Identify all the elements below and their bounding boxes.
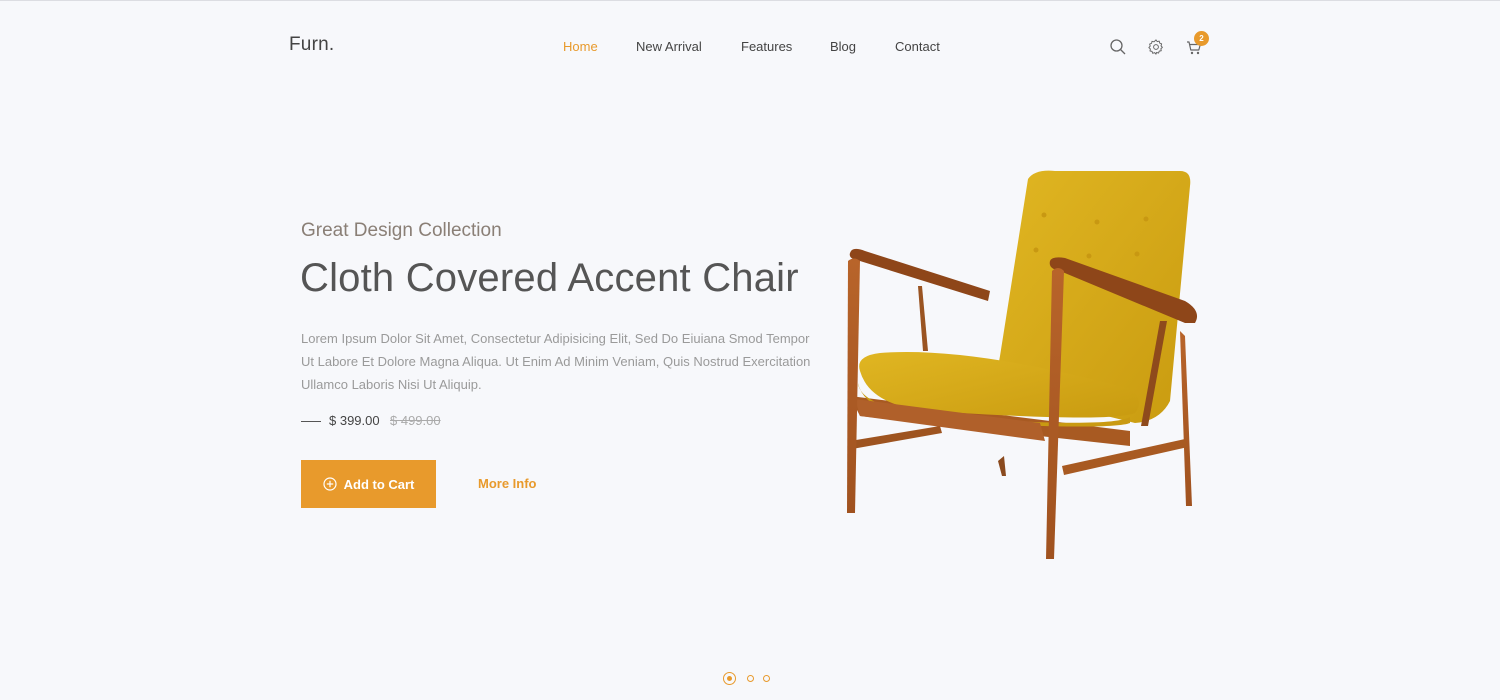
search-button[interactable] <box>1109 38 1127 56</box>
nav-item-features[interactable]: Features <box>741 39 792 54</box>
nav-item-home[interactable]: Home <box>563 39 598 54</box>
nav-item-contact[interactable]: Contact <box>895 39 940 54</box>
slide-dot-2[interactable] <box>747 675 754 682</box>
search-icon <box>1110 39 1126 55</box>
price-divider <box>301 421 321 422</box>
logo[interactable]: Furn. <box>289 34 334 56</box>
add-to-cart-label: Add to Cart <box>343 476 415 492</box>
nav-item-blog[interactable]: Blog <box>830 39 856 54</box>
more-info-link[interactable]: More Info <box>478 476 537 491</box>
hero-title: Cloth Covered Accent Chair <box>300 256 799 300</box>
plus-circle-icon <box>323 477 337 491</box>
slide-dot-3[interactable] <box>763 675 770 682</box>
slide-dot-1[interactable] <box>723 672 736 685</box>
settings-button[interactable] <box>1147 38 1165 56</box>
gear-icon <box>1148 39 1163 55</box>
site-header: Furn. Home New Arrival Features Blog Con… <box>0 1 1500 91</box>
product-image-chair <box>847 170 1198 559</box>
hero-description: Lorem Ipsum Dolor Sit Amet, Consectetur … <box>301 331 811 392</box>
nav-item-new-arrival[interactable]: New Arrival <box>636 39 702 54</box>
hero-subtitle: Great Design Collection <box>301 220 502 241</box>
current-price: $ 399.00 <box>329 413 380 428</box>
add-to-cart-button[interactable]: Add to Cart <box>301 460 436 508</box>
old-price: $ 499.00 <box>390 413 441 428</box>
cart-count-badge: 2 <box>1194 31 1209 46</box>
